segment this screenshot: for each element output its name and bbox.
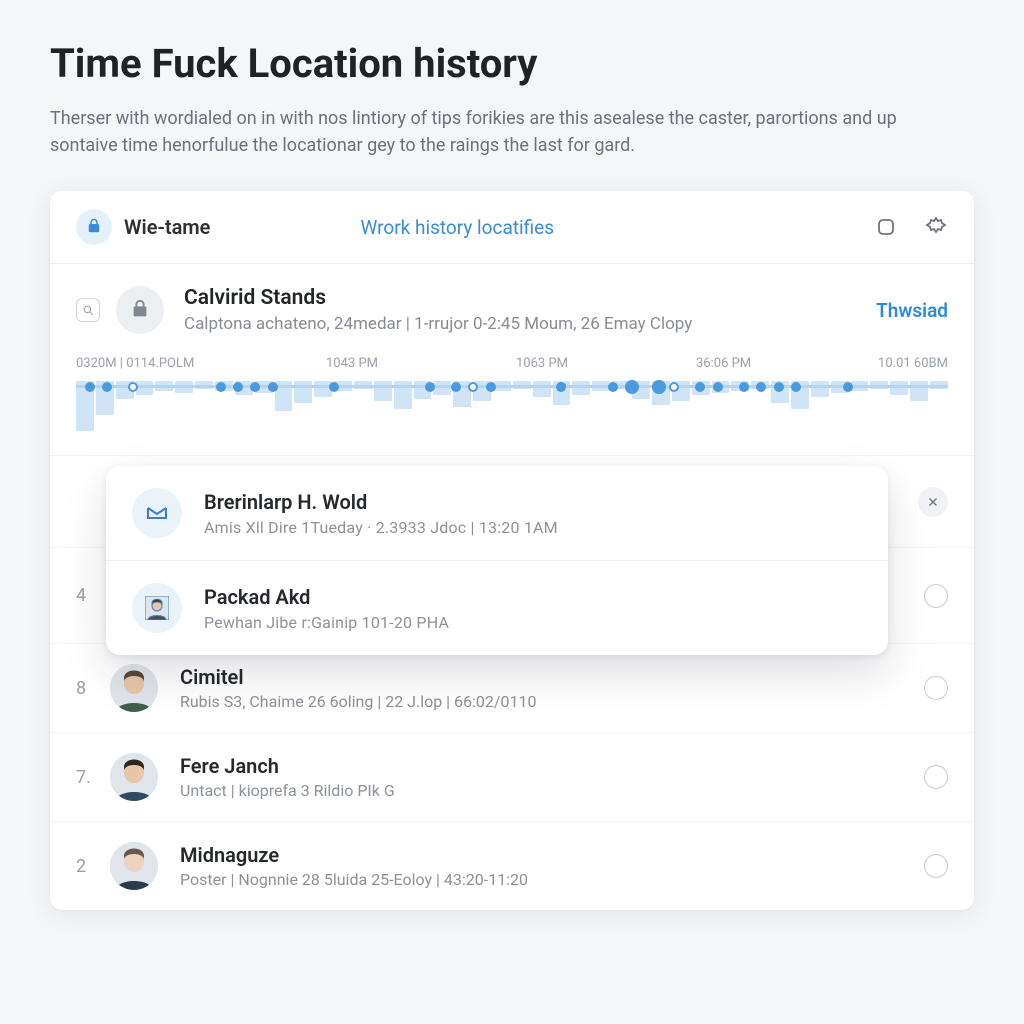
timeline[interactable]: 0320M | 0114.POLM 1043 PM 1063 PM 36:06 … [50,346,974,455]
card-header: Wie-tame Wrork history locatifies [50,191,974,264]
summary-search-button[interactable] [76,298,100,322]
timeline-event-dot[interactable] [843,382,853,392]
timeline-event-dot[interactable] [468,382,478,392]
timeline-label: 0320M | 0114.POLM [76,356,326,371]
summary-row: Calvirid Stands Calptona achateno, 24med… [50,264,974,346]
settings-icon[interactable] [924,215,948,239]
timeline-event-dot[interactable] [756,382,766,392]
row-index: 2 [76,856,110,877]
popover-item[interactable]: Packad Akd Pewhan Jibe r:Gainip 101-20 P… [106,560,888,655]
timeline-event-dot[interactable] [216,382,226,392]
close-icon[interactable] [918,487,948,517]
row-subtitle: Poster | Nognnie 28 5luida 25-Eoloy | 43… [180,870,528,889]
timeline-event-dot[interactable] [268,382,278,392]
timeline-event-dot[interactable] [695,382,705,392]
timeline-event-dot[interactable] [233,382,243,392]
page-title: Time Fuck Location history [50,40,974,87]
popover-sub: Pewhan Jibe r:Gainip 101-20 PHA [204,613,449,632]
brand-name: Wie-tame [124,215,210,239]
timeline-event-dot[interactable] [486,382,496,392]
avatar [110,664,158,712]
row-name: Midnaguze [180,843,528,867]
timeline-event-dot[interactable] [102,382,112,392]
popover-item[interactable]: Brerinlarp H. Wold Amis Xll Dire 1Tueday… [106,466,888,560]
avatar [110,842,158,890]
list-item[interactable]: 2 Midnaguze Poster | Nognnie 28 5luida 25-… [50,821,974,910]
timeline-event-dot[interactable] [652,380,666,394]
list-item[interactable]: 7. Fere Janch Untact | kioprefa 3 Rildio P… [50,732,974,821]
popover-sub: Amis Xll Dire 1Tueday · 2.3933 Jdoc | 13… [204,518,558,537]
timeline-event-dot[interactable] [128,382,138,392]
row-index: 4 [76,585,110,606]
tab-work-history[interactable]: Wrork history locatifies [360,216,554,239]
timeline-event-dot[interactable] [85,382,95,392]
row-subtitle: Untact | kioprefa 3 Rildio PIk G [180,781,395,800]
summary-title: Calvirid Stands [184,286,692,310]
avatar [132,583,182,633]
mail-icon [132,488,182,538]
timeline-event-dot[interactable] [625,380,639,394]
timeline-event-dot[interactable] [425,382,435,392]
timeline-event-dot[interactable] [451,382,461,392]
row-select-radio[interactable] [924,854,948,878]
timeline-track[interactable] [76,381,948,441]
row-select-radio[interactable] [924,765,948,789]
popover-name: Packad Akd [204,585,449,609]
timeline-event-dot[interactable] [250,382,260,392]
row-select-radio[interactable] [924,676,948,700]
timeline-event-dot[interactable] [329,382,339,392]
timeline-event-dot[interactable] [713,382,723,392]
timeline-label: 10.01 60BM [878,356,948,371]
row-index: 8 [76,678,110,699]
row-name: Cimitel [180,665,536,689]
timeline-label: 36:06 PM [696,356,878,371]
row-subtitle: Rubis S3, Chaime 26 6oling | 22 J.lop | … [180,692,536,711]
timeline-event-dot[interactable] [739,382,749,392]
summary-avatar-icon [116,286,164,334]
brand-icon [76,209,112,245]
list-item[interactable]: 8 Cimitel Rubis S3, Chaime 26 6oling | 22 … [50,643,974,732]
popover-name: Brerinlarp H. Wold [204,490,558,514]
timeline-event-dot[interactable] [774,382,784,392]
summary-action-button[interactable]: Thwsiad [876,299,948,322]
timeline-event-dot[interactable] [791,382,801,392]
heart-icon[interactable] [556,380,568,392]
copy-icon[interactable] [874,215,898,239]
avatar [110,753,158,801]
timeline-event-dot[interactable] [669,382,679,392]
summary-subtitle: Calptona achateno, 24medar | 1-rrujor 0-… [184,314,692,334]
timeline-popover: Brerinlarp H. Wold Amis Xll Dire 1Tueday… [106,466,888,655]
page-description: Therser with wordialed on in with nos li… [50,105,960,159]
timeline-label: 1063 PM [516,356,696,371]
row-select-radio[interactable] [924,584,948,608]
row-index: 7. [76,767,110,788]
timeline-label: 1043 PM [326,356,516,371]
row-name: Fere Janch [180,754,395,778]
timeline-event-dot[interactable] [608,382,618,392]
timeline-labels: 0320M | 0114.POLM 1043 PM 1063 PM 36:06 … [76,356,948,371]
